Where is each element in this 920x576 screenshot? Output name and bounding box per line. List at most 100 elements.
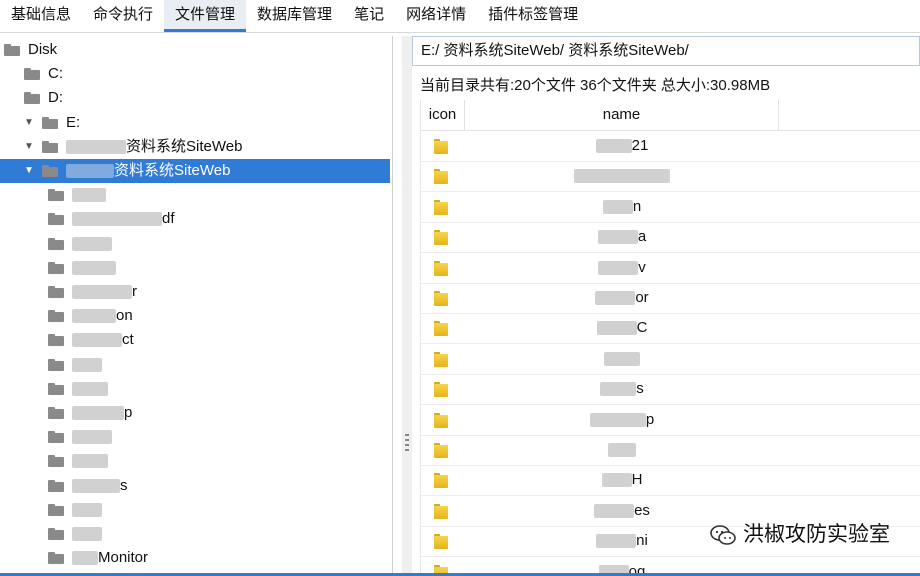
table-row[interactable]: p bbox=[421, 405, 920, 436]
column-header-name[interactable]: name bbox=[465, 100, 779, 130]
tree-item-label: r bbox=[72, 280, 137, 304]
file-name-cell: a bbox=[465, 222, 779, 252]
expand-toggle-icon[interactable]: ▼ bbox=[22, 159, 36, 183]
tree-item[interactable]: D: bbox=[0, 86, 390, 110]
folder-icon bbox=[434, 443, 448, 458]
tree-item[interactable] bbox=[0, 353, 390, 377]
folder-icon bbox=[434, 321, 448, 337]
expand-toggle-icon[interactable]: ▼ bbox=[22, 135, 36, 159]
path-input[interactable]: E:/ 资料系统SiteWeb/ 资料系统SiteWeb/ bbox=[412, 36, 920, 66]
file-name-text: p bbox=[645, 410, 655, 428]
folder-icon bbox=[42, 140, 58, 153]
tab-2[interactable]: 文件管理 bbox=[164, 0, 247, 32]
redaction-blur bbox=[72, 454, 108, 469]
tree-item-text: C: bbox=[48, 65, 63, 83]
watermark: 洪椒攻防实验室 bbox=[709, 520, 890, 550]
table-row[interactable] bbox=[421, 161, 920, 193]
redaction-blur bbox=[595, 291, 636, 306]
file-name-text: a bbox=[637, 228, 647, 246]
table-row[interactable]: H bbox=[421, 465, 920, 497]
tab-5[interactable]: 网络详情 bbox=[395, 0, 477, 32]
tree-item-label bbox=[72, 449, 108, 473]
tree-item[interactable] bbox=[0, 256, 390, 280]
tree-item-label bbox=[72, 183, 106, 207]
folder-icon bbox=[434, 473, 448, 489]
tree-item[interactable] bbox=[0, 522, 390, 546]
tab-0[interactable]: 基础信息 bbox=[0, 0, 82, 32]
column-header-icon[interactable]: icon bbox=[421, 100, 465, 130]
tree-item[interactable] bbox=[0, 232, 390, 256]
file-name-cell bbox=[465, 435, 779, 465]
file-name-text: or bbox=[635, 289, 649, 306]
tree-item-label: s bbox=[72, 474, 128, 498]
tree-item[interactable]: r bbox=[0, 280, 390, 304]
tree-item-text: df bbox=[162, 210, 175, 228]
table-row[interactable]: 21 bbox=[421, 131, 920, 162]
tree-item[interactable]: p bbox=[0, 401, 390, 425]
tree-item[interactable]: C: bbox=[0, 62, 390, 86]
tree-item[interactable] bbox=[0, 377, 390, 401]
folder-icon bbox=[434, 291, 448, 306]
table-row[interactable] bbox=[421, 344, 920, 375]
tree-item-label bbox=[72, 256, 116, 280]
tree-item[interactable]: s bbox=[0, 474, 390, 498]
file-name-cell: 21 bbox=[465, 131, 779, 161]
folder-icon bbox=[434, 139, 448, 154]
tree-item[interactable] bbox=[0, 183, 390, 207]
table-row[interactable]: a bbox=[421, 222, 920, 254]
tree-item-label: 资料系统SiteWeb bbox=[66, 135, 242, 159]
folder-icon bbox=[48, 310, 64, 323]
tab-1[interactable]: 命令执行 bbox=[82, 0, 164, 32]
tab-6[interactable]: 插件标签管理 bbox=[477, 0, 589, 32]
table-row[interactable]: s bbox=[421, 374, 920, 406]
tree-item-label: df bbox=[72, 207, 175, 231]
tree-item[interactable]: Monitor bbox=[0, 546, 390, 570]
redaction-blur bbox=[72, 502, 102, 517]
file-name-cell: n bbox=[465, 192, 779, 222]
file-name-cell: C bbox=[465, 313, 779, 343]
folder-icon bbox=[42, 165, 58, 177]
file-name-text: 21 bbox=[631, 137, 649, 154]
table-row[interactable]: v bbox=[421, 253, 920, 284]
redaction-blur bbox=[72, 430, 112, 445]
folder-icon bbox=[48, 552, 64, 565]
file-name-cell bbox=[465, 161, 779, 191]
tree-item[interactable]: df bbox=[0, 207, 390, 231]
redaction-blur bbox=[594, 503, 635, 518]
tree-item-label bbox=[72, 377, 108, 401]
tree-root-disk[interactable]: ▼ Disk bbox=[0, 38, 390, 62]
folder-icon bbox=[42, 116, 58, 129]
table-row[interactable]: or bbox=[421, 283, 920, 314]
tree-item-label: D: bbox=[48, 86, 63, 110]
splitter-grip-icon[interactable] bbox=[405, 434, 409, 454]
directory-tree[interactable]: ▼ Disk C: D: ▼ E: ▼ 资料系统SiteWeb ▼ 资料系统SiteWeb df r o… bbox=[0, 36, 393, 576]
redaction-blur bbox=[597, 230, 638, 245]
tree-item-text: E: bbox=[66, 113, 81, 131]
redaction-blur bbox=[72, 212, 162, 227]
tree-item[interactable]: ▼ E: bbox=[0, 111, 390, 135]
folder-icon bbox=[48, 407, 64, 419]
table-row[interactable]: n bbox=[421, 192, 920, 223]
tab-4[interactable]: 笔记 bbox=[343, 0, 395, 32]
table-row[interactable] bbox=[421, 435, 920, 466]
redaction-blur bbox=[602, 199, 633, 214]
tree-item-text: p bbox=[124, 404, 133, 421]
tree-item-text: 资料系统SiteWeb bbox=[126, 137, 243, 155]
redaction-blur bbox=[601, 473, 632, 488]
table-row[interactable]: C bbox=[421, 313, 920, 345]
tree-item[interactable]: ▼ 资料系统SiteWeb bbox=[0, 135, 390, 159]
tab-3[interactable]: 数据库管理 bbox=[246, 0, 343, 32]
redaction-blur bbox=[72, 236, 112, 251]
file-name-cell: s bbox=[465, 374, 779, 404]
redaction-blur bbox=[72, 551, 98, 566]
tree-item[interactable] bbox=[0, 449, 390, 473]
tree-item[interactable] bbox=[0, 498, 390, 522]
folder-icon bbox=[48, 213, 64, 226]
tree-item[interactable]: ▼ 资料系统SiteWeb bbox=[0, 159, 390, 183]
tree-item[interactable]: on bbox=[0, 304, 390, 328]
tree-item[interactable] bbox=[0, 425, 390, 449]
panel-splitter[interactable] bbox=[402, 36, 412, 576]
expand-toggle-icon[interactable]: ▼ bbox=[22, 111, 36, 135]
tree-item[interactable]: ct bbox=[0, 328, 390, 352]
file-name-text: s bbox=[636, 380, 644, 398]
